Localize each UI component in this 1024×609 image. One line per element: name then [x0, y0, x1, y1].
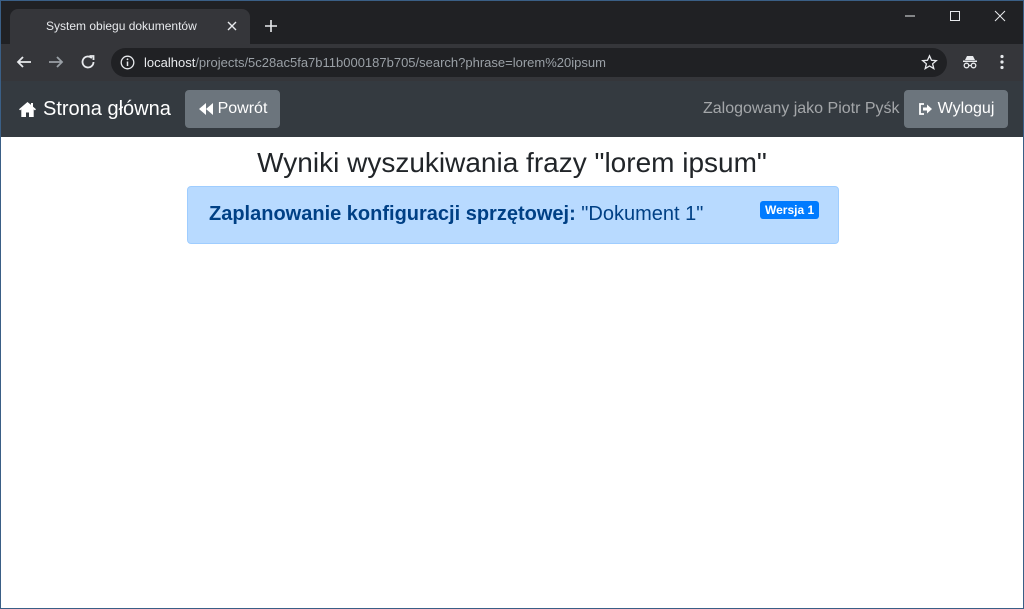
maximize-icon[interactable] — [932, 5, 978, 27]
logout-button-label: Wyloguj — [937, 100, 995, 117]
backward-icon — [198, 103, 213, 115]
result-project: Zaplanowanie konfiguracji sprzętowej: — [209, 203, 576, 225]
minimize-icon[interactable] — [887, 5, 933, 27]
url-path: /projects/5c28ac5fa7b11b000187b705/searc… — [195, 55, 606, 70]
browser-toolbar: localhost/projects/5c28ac5fa7b11b000187b… — [1, 44, 1023, 81]
reload-icon[interactable] — [78, 52, 98, 72]
logout-button[interactable]: Wyloguj — [904, 90, 1008, 128]
version-badge: Wersja 1 — [760, 201, 820, 219]
close-window-icon[interactable] — [977, 5, 1023, 27]
address-bar[interactable]: localhost/projects/5c28ac5fa7b11b000187b… — [111, 48, 947, 77]
result-document: "Dokument 1" — [575, 203, 704, 225]
sign-out-icon — [918, 103, 932, 115]
home-link[interactable]: Strona główna — [18, 98, 171, 121]
back-button[interactable]: Powrót — [185, 90, 280, 128]
url-host: localhost — [144, 55, 196, 70]
star-icon[interactable] — [921, 54, 938, 71]
page-title: Wyniki wyszukiwania frazy "lorem ipsum" — [257, 147, 767, 178]
browser-window: System obiegu dokumentów localhost/proje… — [0, 0, 1024, 609]
url-text: localhost/projects/5c28ac5fa7b11b000187b… — [144, 55, 606, 70]
info-icon[interactable] — [120, 55, 135, 70]
tab-strip: System obiegu dokumentów — [1, 1, 1023, 44]
incognito-icon[interactable] — [961, 53, 979, 71]
new-tab-icon[interactable] — [262, 17, 280, 35]
forward-arrow-icon[interactable] — [46, 52, 66, 72]
menu-icon[interactable] — [993, 53, 1011, 71]
browser-tab[interactable]: System obiegu dokumentów — [10, 9, 250, 44]
back-button-label: Powrót — [217, 100, 268, 117]
tab-close-icon[interactable] — [224, 18, 240, 34]
search-result-item[interactable]: Zaplanowanie konfiguracji sprzętowej: "D… — [187, 186, 839, 244]
brand-label: Strona główna — [43, 98, 171, 120]
back-arrow-icon[interactable] — [14, 52, 34, 72]
home-icon — [19, 102, 36, 117]
app-navbar: Strona główna Powrót Zalogowany jako Pio… — [1, 81, 1023, 137]
tab-title: System obiegu dokumentów — [46, 19, 197, 33]
result-text: Zaplanowanie konfiguracji sprzętowej: "D… — [209, 203, 703, 226]
logged-in-text: Zalogowany jako Piotr Pyśk — [703, 100, 900, 117]
